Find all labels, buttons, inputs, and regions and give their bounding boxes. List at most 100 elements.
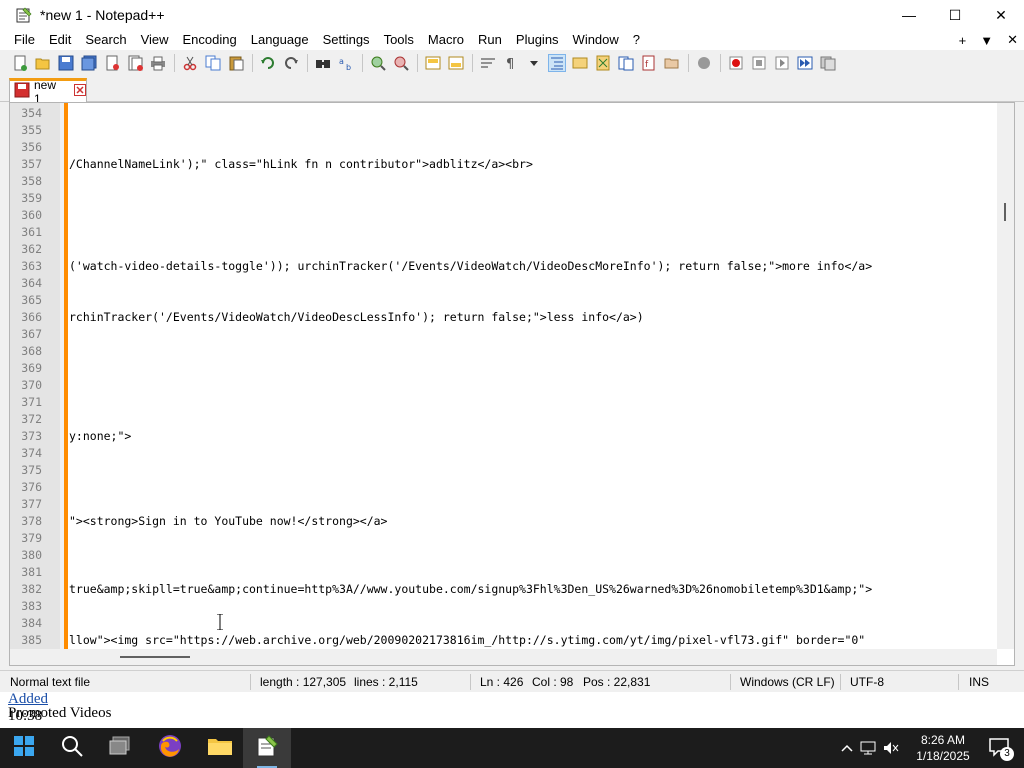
dropdown-arrow-icon[interactable]: [525, 54, 543, 72]
tab-close-icon[interactable]: [74, 84, 86, 99]
show-all-chars-icon[interactable]: ¶: [502, 54, 520, 72]
doc-map-icon[interactable]: [594, 54, 612, 72]
task-view-button[interactable]: [96, 728, 144, 768]
ibeam-cursor-icon: [217, 613, 223, 631]
show-hidden-icons-chevron-icon[interactable]: [838, 744, 856, 752]
line-number: 378: [21, 514, 42, 528]
zoom-out-icon[interactable]: [392, 54, 410, 72]
code-line[interactable]: llow"><img src="https://web.archive.org/…: [69, 632, 865, 649]
save-icon[interactable]: [57, 54, 75, 72]
open-file-icon[interactable]: [34, 54, 52, 72]
line-number: 381: [21, 565, 42, 579]
cut-icon[interactable]: [181, 54, 199, 72]
run-macro-multiple-icon[interactable]: [796, 54, 814, 72]
volume-muted-icon[interactable]: [880, 741, 902, 755]
menu-encoding[interactable]: Encoding: [176, 30, 244, 50]
doc-list-icon[interactable]: [617, 54, 635, 72]
line-number: 372: [21, 412, 42, 426]
zoom-in-icon[interactable]: [369, 54, 387, 72]
sync-horizontal-icon[interactable]: [447, 54, 465, 72]
code-line[interactable]: rchinTracker('/Events/VideoWatch/VideoDe…: [69, 309, 644, 326]
firefox-taskbar-button[interactable]: [146, 728, 194, 768]
line-number: 365: [21, 293, 42, 307]
notification-icon: 3: [988, 737, 1014, 761]
menu-help[interactable]: ?: [626, 30, 647, 50]
title-bar[interactable]: *new 1 - Notepad++ — ☐ ✕: [0, 0, 1024, 30]
status-insert-mode[interactable]: INS: [969, 671, 989, 693]
find-icon[interactable]: [314, 54, 332, 72]
new-file-icon[interactable]: [11, 54, 29, 72]
search-button[interactable]: [48, 728, 96, 768]
menu-file[interactable]: File: [0, 30, 42, 50]
status-eol[interactable]: Windows (CR LF): [740, 671, 835, 693]
maximize-button[interactable]: ☐: [932, 0, 978, 30]
menu-view[interactable]: View: [134, 30, 176, 50]
start-button[interactable]: [0, 728, 48, 768]
stop-macro-icon[interactable]: [750, 54, 768, 72]
new-tab-plus-icon[interactable]: +: [959, 33, 967, 48]
close-doc-icon[interactable]: ✕: [1007, 32, 1018, 48]
menu-run[interactable]: Run: [471, 30, 509, 50]
code-line[interactable]: "><strong>Sign in to YouTube now!</stron…: [69, 513, 388, 530]
function-list-icon[interactable]: f: [640, 54, 658, 72]
vertical-scrollbar[interactable]: [997, 103, 1014, 649]
user-language-icon[interactable]: [571, 54, 589, 72]
tab-new-1[interactable]: new 1: [9, 78, 87, 106]
record-macro-icon[interactable]: [727, 54, 745, 72]
folder-workspace-icon[interactable]: [663, 54, 681, 72]
notification-count-badge: 3: [1000, 747, 1014, 761]
editor-area[interactable]: 354 355 356 357 358 359 360 361 362 363 364 365 366 3…: [9, 102, 1015, 666]
code-line[interactable]: ('watch-video-details-toggle')); urchinT…: [69, 258, 872, 275]
monitoring-icon[interactable]: [695, 54, 713, 72]
code-line[interactable]: /ChannelNameLink');" class="hLink fn n c…: [69, 156, 533, 173]
windows-logo-icon: [13, 735, 35, 762]
network-icon[interactable]: [856, 741, 880, 755]
play-macro-icon[interactable]: [773, 54, 791, 72]
file-explorer-taskbar-button[interactable]: [196, 728, 244, 768]
vertical-scroll-thumb[interactable]: [1004, 203, 1006, 221]
replace-icon[interactable]: ab: [337, 54, 355, 72]
code-line[interactable]: y:none;">: [69, 428, 131, 445]
minimize-button[interactable]: —: [886, 0, 932, 30]
line-number: 367: [21, 327, 42, 341]
close-file-icon[interactable]: [103, 54, 121, 72]
sync-vertical-icon[interactable]: [424, 54, 442, 72]
save-macro-icon[interactable]: [819, 54, 837, 72]
tab-list-dropdown-icon[interactable]: ▼: [980, 33, 993, 48]
menu-plugins[interactable]: Plugins: [509, 30, 566, 50]
close-button[interactable]: ✕: [978, 0, 1024, 30]
close-all-icon[interactable]: [126, 54, 144, 72]
undo-icon[interactable]: [259, 54, 277, 72]
menu-edit[interactable]: Edit: [42, 30, 78, 50]
code-line[interactable]: true&amp;skipll=true&amp;continue=http%3…: [69, 581, 872, 598]
line-number: 361: [21, 225, 42, 239]
status-encoding[interactable]: UTF-8: [850, 671, 884, 693]
menu-macro[interactable]: Macro: [421, 30, 471, 50]
notepadpp-taskbar-button[interactable]: [243, 728, 291, 768]
print-icon[interactable]: [149, 54, 167, 72]
paste-icon[interactable]: [227, 54, 245, 72]
line-number: 359: [21, 191, 42, 205]
toolbar: ab ¶ f: [0, 50, 1024, 76]
indent-guide-icon[interactable]: [548, 54, 566, 72]
menu-language[interactable]: Language: [244, 30, 316, 50]
menu-settings[interactable]: Settings: [316, 30, 377, 50]
notification-center-button[interactable]: 3: [976, 728, 1024, 768]
background-browser-page: Added Promoted Videos 10:38: [0, 692, 1024, 728]
redo-icon[interactable]: [282, 54, 300, 72]
menu-tools[interactable]: Tools: [377, 30, 421, 50]
clock[interactable]: 8:26 AM 1/18/2025: [908, 732, 978, 764]
word-wrap-icon[interactable]: [479, 54, 497, 72]
horizontal-scrollbar[interactable]: [10, 649, 997, 665]
menu-search[interactable]: Search: [78, 30, 133, 50]
line-number: 363: [21, 259, 42, 273]
clock-date: 1/18/2025: [916, 749, 970, 763]
firefox-icon: [157, 733, 183, 764]
line-number: 356: [21, 140, 42, 154]
clock-time: 8:26 AM: [920, 733, 966, 747]
horizontal-scroll-thumb[interactable]: [120, 656, 190, 658]
menu-window[interactable]: Window: [566, 30, 626, 50]
save-all-icon[interactable]: [80, 54, 98, 72]
copy-icon[interactable]: [204, 54, 222, 72]
svg-text:¶: ¶: [506, 57, 514, 71]
